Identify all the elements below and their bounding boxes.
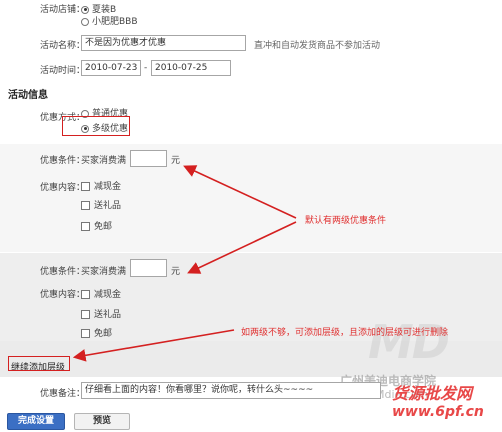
checkbox-icon <box>81 329 90 338</box>
checkbox-icon <box>81 310 90 319</box>
tier-1-option-freeship[interactable]: 免邮 <box>81 219 112 232</box>
watermark-url: www.6pf.cn <box>392 404 484 420</box>
tier-1-option-cash[interactable]: 减现金 <box>81 179 121 192</box>
tier-2-condition-unit: 元 <box>171 267 181 277</box>
activity-name-input[interactable]: 不是因为优惠才优惠 <box>81 35 246 51</box>
tier-2-option-gift-label: 送礼品 <box>94 310 122 320</box>
watermark-logo: MD <box>368 315 450 369</box>
remark-label: 优惠备注： <box>40 389 86 399</box>
tier-1-option-freeship-label: 免邮 <box>94 222 113 232</box>
watermark-stamp: 货源批发网 <box>392 384 473 403</box>
tier-1-option-gift[interactable]: 送礼品 <box>81 198 121 211</box>
tier-2-option-cash[interactable]: 减现金 <box>81 287 121 300</box>
tier-1-condition-input[interactable] <box>130 150 167 167</box>
tier-2-option-freeship[interactable]: 免邮 <box>81 326 112 339</box>
checkbox-icon <box>81 201 90 210</box>
store-label: 活动店铺： <box>40 5 86 15</box>
highlight-box-add-level <box>8 356 70 371</box>
tier-2-content-label: 优惠内容： <box>40 290 86 300</box>
start-date-input[interactable]: 2010-07-23 <box>81 60 141 76</box>
annotation-add-levels: 如两级不够，可添加层级，且添加的层级可进行删除 <box>241 328 449 338</box>
tier-1-condition-prefix: 买家消费满 <box>81 156 127 166</box>
preview-button[interactable]: 预览 <box>74 413 130 430</box>
tier-1-content-label: 优惠内容： <box>40 183 86 193</box>
tier-2-option-gift[interactable]: 送礼品 <box>81 307 121 320</box>
store-option-label: 小肥肥BBB <box>92 17 138 27</box>
store-option-xiaofeifei[interactable]: 小肥肥BBB <box>81 14 138 27</box>
tier-1-condition-unit: 元 <box>171 156 181 166</box>
tier-1-option-gift-label: 送礼品 <box>94 201 122 211</box>
annotation-default-two-levels: 默认有两级优惠条件 <box>305 216 387 226</box>
remark-input[interactable]: 仔细看上面的内容！你看哪里？说你呢，转什么头~~~~ <box>81 382 381 399</box>
radio-icon <box>81 5 89 14</box>
activity-name-hint: 直冲和自动发货商品不参加活动 <box>254 41 381 51</box>
activity-time-label: 活动时间： <box>40 66 86 76</box>
confirm-button[interactable]: 完成设置 <box>7 413 65 430</box>
tier-2-option-freeship-label: 免邮 <box>94 329 113 339</box>
tier-2-condition-label: 优惠条件： <box>40 267 86 277</box>
tier-1-condition-label: 优惠条件： <box>40 156 86 166</box>
tier-2-condition-input[interactable] <box>130 259 167 277</box>
tier-1-option-cash-label: 减现金 <box>94 182 122 192</box>
section-title: 活动信息 <box>8 90 48 101</box>
end-date-input[interactable]: 2010-07-25 <box>151 60 231 76</box>
radio-icon <box>81 17 89 26</box>
tier-2-condition-prefix: 买家消费满 <box>81 267 127 277</box>
date-separator: - <box>144 63 148 73</box>
checkbox-icon <box>81 290 90 299</box>
highlight-box-multilevel <box>62 116 130 136</box>
checkbox-icon <box>81 222 90 231</box>
checkbox-icon <box>81 182 90 191</box>
activity-name-label: 活动名称： <box>40 41 86 51</box>
tier-2-option-cash-label: 减现金 <box>94 290 122 300</box>
